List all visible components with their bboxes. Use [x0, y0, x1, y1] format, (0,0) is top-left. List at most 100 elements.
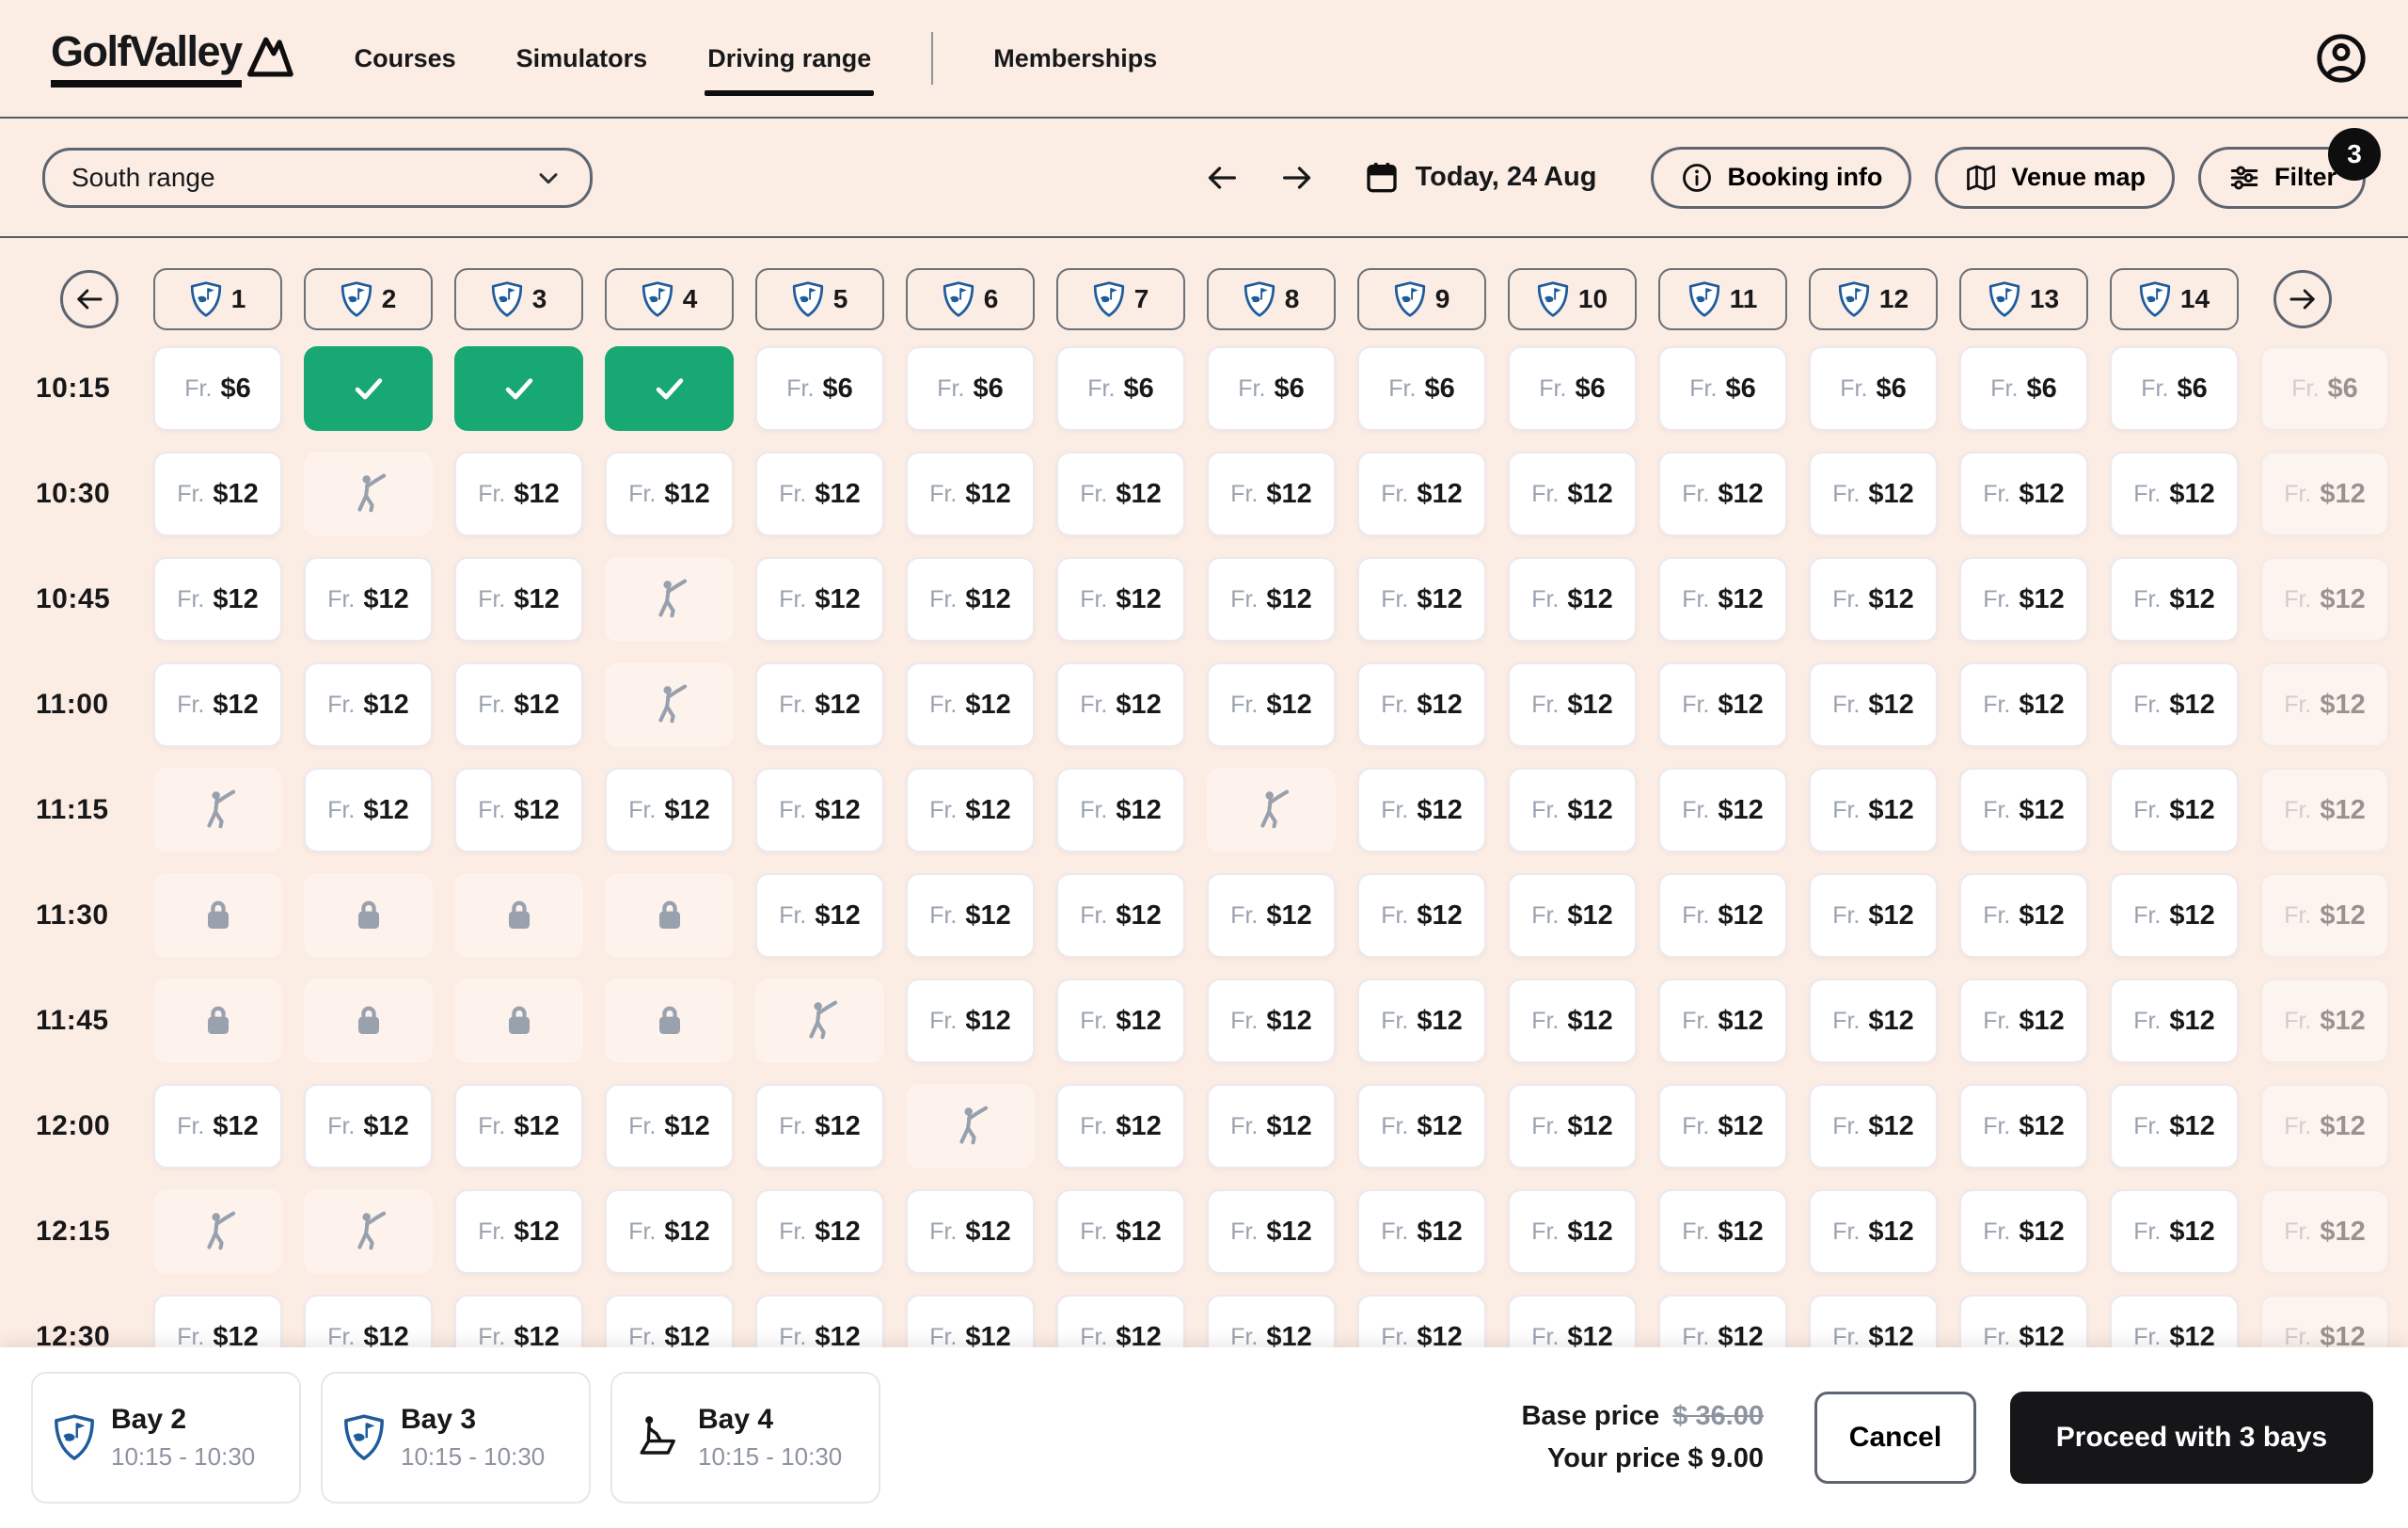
slot-available[interactable]: Fr. $12 — [1357, 1295, 1486, 1347]
slot-available[interactable]: Fr. $12 — [1207, 662, 1336, 747]
proceed-button[interactable]: Proceed with 3 bays — [2010, 1392, 2373, 1484]
slot-available[interactable]: Fr. $12 — [153, 557, 282, 642]
bay-chip-11[interactable]: 11 — [1658, 268, 1787, 330]
slot-available[interactable]: Fr. $12 — [906, 1189, 1035, 1274]
bay-chip-14[interactable]: 14 — [2110, 268, 2239, 330]
slot-available[interactable]: Fr. $6 — [1207, 346, 1336, 431]
bay-chip-7[interactable]: 7 — [1056, 268, 1185, 330]
selected-bay-card-2[interactable]: Bay 3 10:15 - 10:30 — [321, 1372, 591, 1504]
slot-available[interactable]: Fr. $12 — [2110, 557, 2239, 642]
slot-available[interactable]: Fr. $12 — [1056, 1295, 1185, 1347]
slot-available[interactable]: Fr. $12 — [1357, 873, 1486, 958]
slot-available[interactable]: Fr. $12 — [1959, 557, 2088, 642]
slot-available[interactable]: Fr. $12 — [2110, 873, 2239, 958]
slot-available[interactable]: Fr. $12 — [1508, 452, 1637, 536]
slot-available[interactable]: Fr. $12 — [605, 1295, 734, 1347]
scroll-bays-right-button[interactable] — [2273, 270, 2332, 328]
slot-available[interactable]: Fr. $12 — [1207, 452, 1336, 536]
slot-available[interactable]: Fr. $12 — [1658, 1295, 1787, 1347]
next-day-button[interactable] — [1278, 159, 1316, 197]
range-select[interactable]: South range — [42, 148, 593, 208]
slot-available[interactable]: Fr. $12 — [755, 873, 884, 958]
slot-available[interactable]: Fr. $12 — [1658, 452, 1787, 536]
slot-available[interactable]: Fr. $6 — [1357, 346, 1486, 431]
slot-available[interactable]: Fr. $6 — [1959, 346, 2088, 431]
venue-map-button[interactable]: Venue map — [1935, 147, 2175, 209]
slot-available[interactable]: Fr. $6 — [906, 346, 1035, 431]
slot-available[interactable]: Fr. $12 — [1508, 768, 1637, 852]
slot-available[interactable]: Fr. $12 — [304, 1084, 433, 1169]
slot-available[interactable]: Fr. $12 — [2260, 662, 2389, 747]
slot-available[interactable]: Fr. $12 — [1658, 768, 1787, 852]
slot-available[interactable]: Fr. $12 — [906, 662, 1035, 747]
bay-chip-12[interactable]: 12 — [1809, 268, 1938, 330]
slot-available[interactable]: Fr. $12 — [1959, 1295, 2088, 1347]
slot-available[interactable]: Fr. $12 — [153, 1084, 282, 1169]
slot-selected[interactable] — [605, 346, 734, 431]
slot-available[interactable]: Fr. $12 — [755, 662, 884, 747]
slot-available[interactable]: Fr. $12 — [153, 452, 282, 536]
slot-available[interactable]: Fr. $12 — [2110, 768, 2239, 852]
slot-available[interactable]: Fr. $12 — [1508, 873, 1637, 958]
slot-available[interactable]: Fr. $6 — [1809, 346, 1938, 431]
slot-available[interactable]: Fr. $12 — [1357, 768, 1486, 852]
slot-available[interactable]: Fr. $12 — [1056, 979, 1185, 1063]
slot-available[interactable]: Fr. $6 — [1508, 346, 1637, 431]
bay-chip-10[interactable]: 10 — [1508, 268, 1637, 330]
slot-available[interactable]: Fr. $12 — [454, 662, 583, 747]
slot-available[interactable]: Fr. $12 — [1658, 557, 1787, 642]
slot-available[interactable]: Fr. $12 — [2110, 662, 2239, 747]
slot-available[interactable]: Fr. $12 — [1056, 557, 1185, 642]
slot-available[interactable]: Fr. $12 — [2260, 557, 2389, 642]
slot-available[interactable]: Fr. $12 — [2260, 873, 2389, 958]
slot-available[interactable]: Fr. $12 — [1508, 1295, 1637, 1347]
slot-available[interactable]: Fr. $12 — [1056, 1189, 1185, 1274]
prev-day-button[interactable] — [1203, 159, 1241, 197]
date-picker[interactable]: Today, 24 Aug — [1363, 159, 1597, 197]
slot-available[interactable]: Fr. $12 — [2110, 979, 2239, 1063]
slot-available[interactable]: Fr. $6 — [2260, 346, 2389, 431]
slot-available[interactable]: Fr. $12 — [2260, 1084, 2389, 1169]
slot-available[interactable]: Fr. $12 — [1207, 557, 1336, 642]
slot-available[interactable]: Fr. $12 — [1809, 662, 1938, 747]
slot-available[interactable]: Fr. $12 — [906, 768, 1035, 852]
nav-item-simulators[interactable]: Simulators — [516, 44, 648, 73]
slot-available[interactable]: Fr. $12 — [1056, 768, 1185, 852]
slot-available[interactable]: Fr. $12 — [2260, 979, 2389, 1063]
slot-available[interactable]: Fr. $12 — [1959, 662, 2088, 747]
selected-bay-card-1[interactable]: Bay 2 10:15 - 10:30 — [31, 1372, 301, 1504]
slot-available[interactable]: Fr. $12 — [1056, 873, 1185, 958]
bay-chip-3[interactable]: 3 — [454, 268, 583, 330]
slot-available[interactable]: Fr. $12 — [304, 768, 433, 852]
slot-available[interactable]: Fr. $12 — [2110, 452, 2239, 536]
slot-available[interactable]: Fr. $12 — [605, 1189, 734, 1274]
slot-available[interactable]: Fr. $12 — [1658, 1084, 1787, 1169]
nav-item-driving-range[interactable]: Driving range — [707, 44, 871, 73]
slot-available[interactable]: Fr. $12 — [1809, 768, 1938, 852]
slot-available[interactable]: Fr. $12 — [755, 1189, 884, 1274]
slot-available[interactable]: Fr. $12 — [153, 1295, 282, 1347]
nav-item-memberships[interactable]: Memberships — [993, 44, 1157, 73]
scroll-bays-left-button[interactable] — [60, 270, 119, 328]
slot-available[interactable]: Fr. $12 — [1959, 979, 2088, 1063]
slot-available[interactable]: Fr. $12 — [454, 1084, 583, 1169]
slot-available[interactable]: Fr. $12 — [2260, 1295, 2389, 1347]
slot-available[interactable]: Fr. $12 — [1056, 452, 1185, 536]
bay-chip-4[interactable]: 4 — [605, 268, 734, 330]
slot-available[interactable]: Fr. $12 — [1508, 1189, 1637, 1274]
slot-available[interactable]: Fr. $12 — [304, 557, 433, 642]
slot-available[interactable]: Fr. $12 — [1207, 873, 1336, 958]
slot-available[interactable]: Fr. $12 — [454, 557, 583, 642]
slot-available[interactable]: Fr. $12 — [2260, 452, 2389, 536]
slot-available[interactable]: Fr. $12 — [755, 1084, 884, 1169]
slot-available[interactable]: Fr. $12 — [1809, 873, 1938, 958]
slot-available[interactable]: Fr. $12 — [755, 557, 884, 642]
slot-available[interactable]: Fr. $6 — [755, 346, 884, 431]
cancel-button[interactable]: Cancel — [1814, 1392, 1976, 1484]
slot-available[interactable]: Fr. $12 — [906, 1295, 1035, 1347]
bay-chip-6[interactable]: 6 — [906, 268, 1035, 330]
slot-available[interactable]: Fr. $12 — [1508, 979, 1637, 1063]
slot-available[interactable]: Fr. $12 — [1357, 1189, 1486, 1274]
slot-selected[interactable] — [304, 346, 433, 431]
slot-available[interactable]: Fr. $12 — [906, 452, 1035, 536]
